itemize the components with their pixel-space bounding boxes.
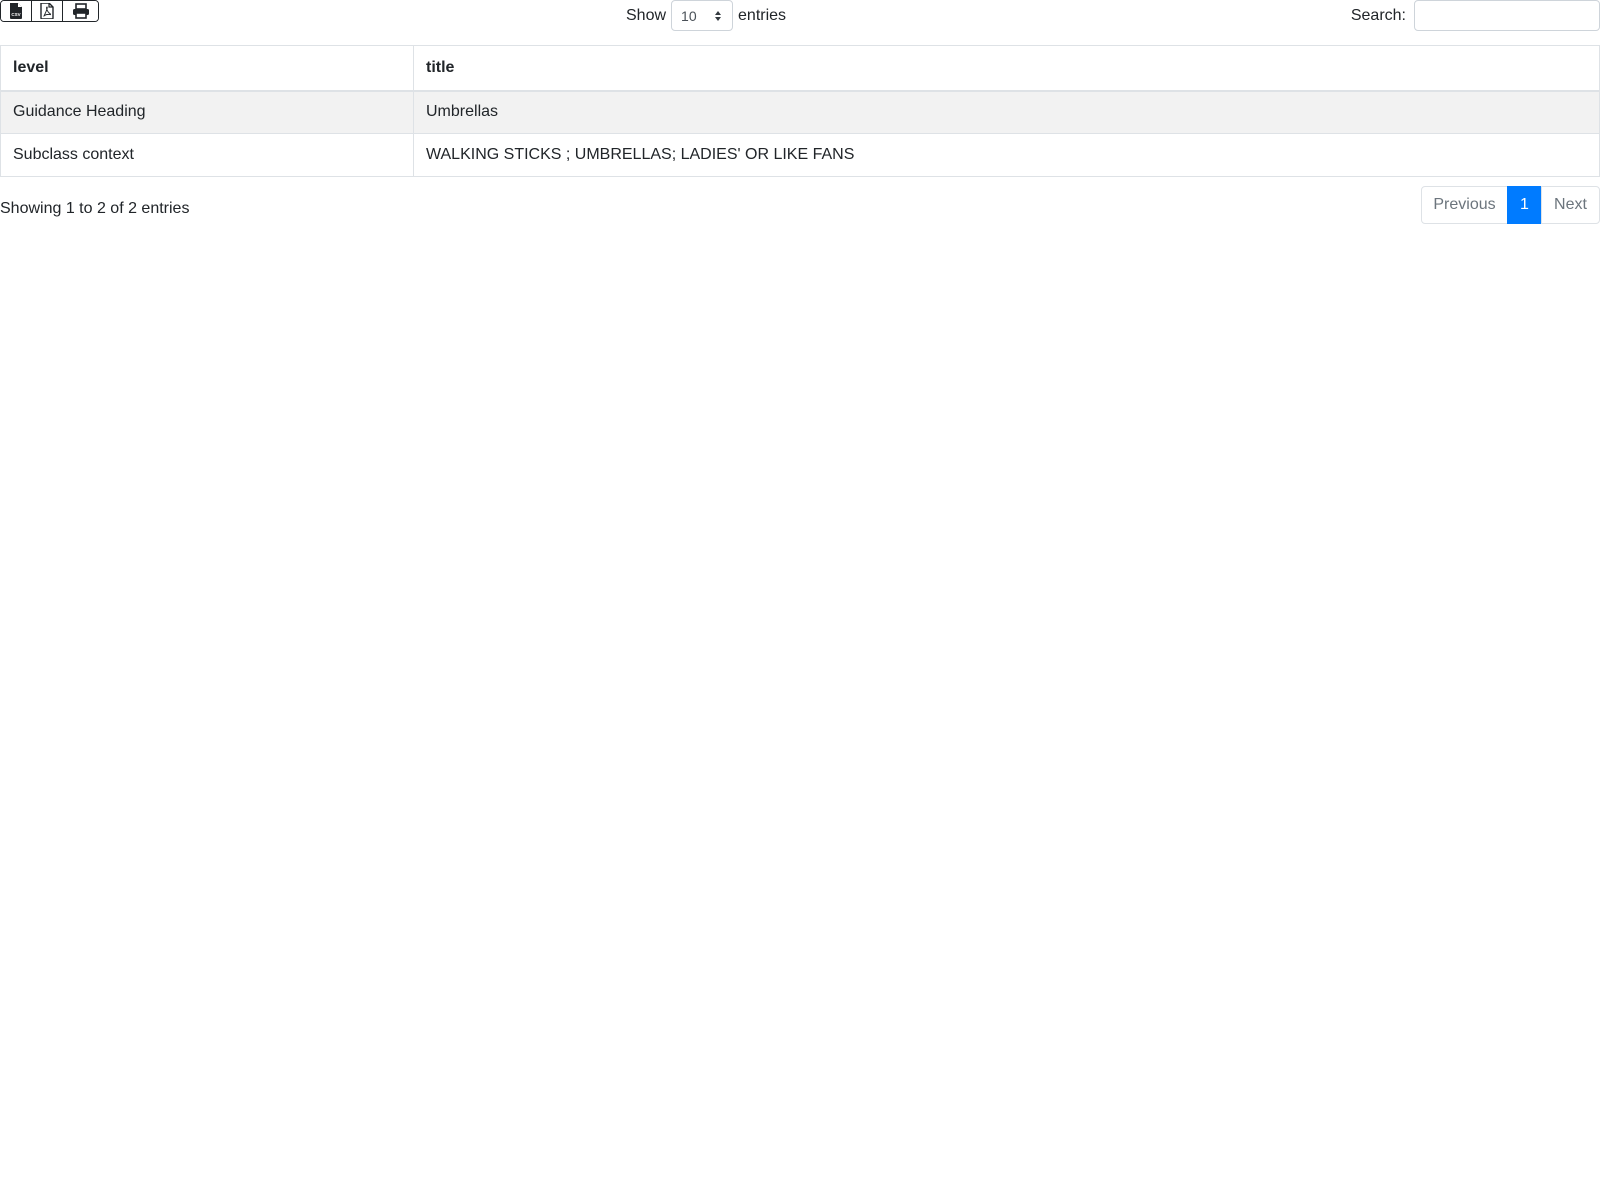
csv-icon-text: CSV: [11, 12, 20, 17]
print-button[interactable]: [63, 1, 98, 21]
page-length-control: Show 10 entries: [626, 0, 786, 31]
table-cell-title: WALKING STICKS ; UMBRELLAS; LADIES' OR L…: [413, 133, 1600, 177]
column-header-level[interactable]: level: [0, 45, 414, 92]
select-arrows-icon: [715, 11, 722, 21]
table-body: Guidance Heading Umbrellas Subclass cont…: [0, 90, 1600, 177]
table-row: Guidance Heading Umbrellas: [0, 90, 1600, 134]
page-length-value: 10: [681, 7, 697, 24]
csv-file-icon: CSV: [10, 3, 22, 19]
search-control: Search:: [1351, 0, 1600, 31]
table-controls: CSV Show 10 entries Search:: [0, 0, 1600, 40]
data-table: level title Guidance Heading Umbrellas S…: [0, 45, 1600, 177]
show-label: Show: [626, 6, 667, 24]
table-cell-title: Umbrellas: [413, 90, 1600, 134]
page-length-select[interactable]: 10: [671, 0, 734, 31]
page-1-button[interactable]: 1: [1507, 186, 1542, 224]
search-label: Search:: [1350, 6, 1406, 24]
table-cell-level: Guidance Heading: [0, 90, 414, 134]
export-pdf-button[interactable]: [32, 1, 63, 21]
previous-page-button[interactable]: Previous: [1421, 186, 1508, 224]
header-row: level title: [0, 45, 1600, 92]
table-header: level title: [0, 45, 1600, 92]
table-info: Showing 1 to 2 of 2 entries: [0, 200, 190, 217]
page: CSV Show 10 entries Search: level title …: [0, 0, 1600, 1200]
pagination: Previous 1 Next: [1421, 186, 1600, 224]
column-header-title[interactable]: title: [413, 45, 1600, 92]
export-csv-button[interactable]: CSV: [1, 1, 32, 21]
table-row: Subclass context WALKING STICKS ; UMBREL…: [0, 133, 1600, 177]
next-page-button[interactable]: Next: [1541, 186, 1600, 224]
entries-label: entries: [738, 6, 787, 24]
table-cell-level: Subclass context: [0, 133, 414, 177]
print-icon: [72, 3, 89, 19]
export-button-group: CSV: [0, 0, 99, 22]
pdf-file-icon: [40, 3, 54, 19]
search-input[interactable]: [1414, 0, 1600, 31]
